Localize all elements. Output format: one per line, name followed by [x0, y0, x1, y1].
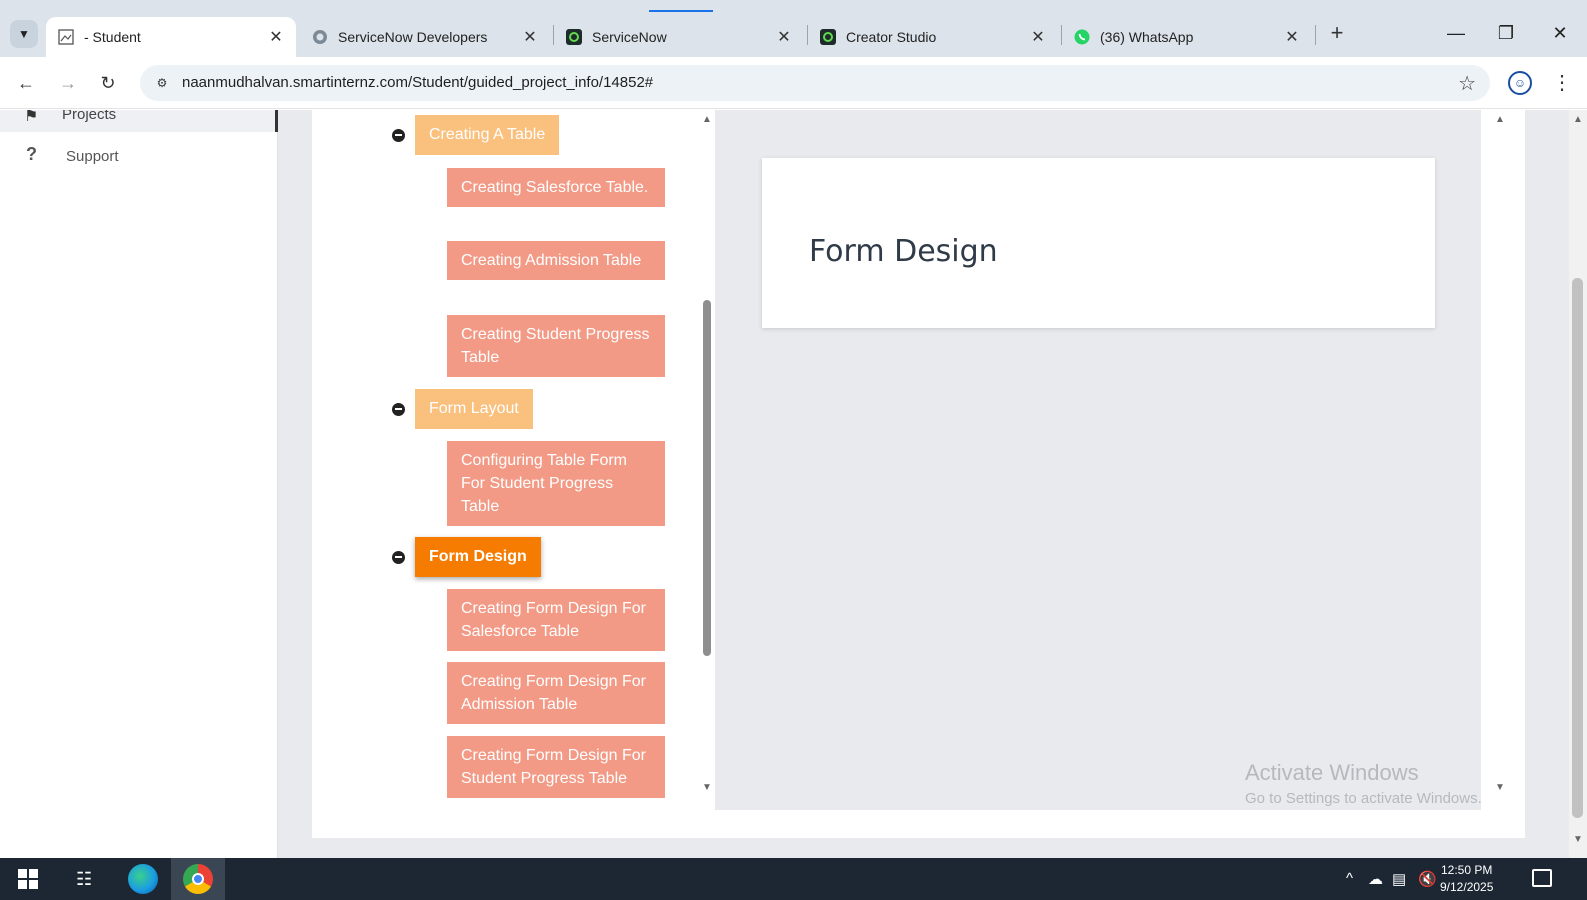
site-info-icon[interactable]: ⚙ — [152, 73, 172, 93]
tree-leaf[interactable]: Creating Student Progress Table — [447, 315, 665, 377]
edge-browser-icon[interactable] — [128, 864, 158, 894]
servicenow-icon — [820, 29, 836, 45]
collapse-minus-icon[interactable] — [392, 550, 405, 564]
active-indicator — [275, 110, 278, 132]
tab-whatsapp[interactable]: (36) WhatsApp ✕ — [1062, 17, 1312, 57]
tab-title: Creator Studio — [846, 29, 937, 45]
sidebar-item-label: Support — [66, 148, 119, 165]
detail-pane: Form Design — [715, 110, 1481, 810]
volume-muted-icon[interactable]: 🔇 — [1418, 870, 1437, 888]
scroll-up-icon[interactable]: ▲ — [1495, 114, 1505, 125]
network-icon[interactable]: ▤ — [1392, 870, 1406, 888]
notification-center-icon[interactable] — [1532, 869, 1552, 887]
profile-avatar-icon[interactable]: ☺ — [1508, 71, 1532, 95]
sidebar-item-projects[interactable]: ⚑ Projects — [0, 110, 278, 132]
tree-scroll-thumb[interactable] — [703, 300, 711, 656]
tree-section-form-layout: Form Layout — [392, 389, 533, 429]
chrome-browser-icon[interactable] — [183, 864, 213, 894]
windows-start-icon[interactable] — [18, 869, 38, 889]
reload-icon[interactable]: ↻ — [94, 69, 122, 97]
tab-search-dropdown-icon[interactable]: ▼ — [10, 20, 38, 48]
scroll-down-icon[interactable]: ▼ — [1573, 834, 1583, 845]
tab-title: ServiceNow — [592, 29, 667, 45]
tab-loading-accent — [649, 10, 713, 12]
section-button-active[interactable]: Form Design — [415, 537, 541, 577]
question-icon: ? — [26, 144, 37, 164]
servicenow-developer-icon — [312, 29, 328, 45]
sidebar-item-label: Projects — [62, 110, 117, 123]
browser-toolbar: ← → ↻ ⚙ naanmudhalvan.smartinternz.com/S… — [0, 57, 1587, 109]
page-scroll-thumb[interactable] — [1572, 278, 1583, 818]
whatsapp-icon — [1074, 29, 1090, 45]
milestone-tree: Creating A Table Creating Salesforce Tab… — [312, 110, 724, 810]
tree-section-creating-a-table: Creating A Table — [392, 115, 560, 155]
tree-leaf[interactable]: Creating Salesforce Table. — [447, 168, 665, 207]
page-scrollbar[interactable]: ▲ ▼ — [1569, 110, 1587, 858]
activate-windows-watermark: Activate Windows Go to Settings to activ… — [1245, 760, 1482, 807]
close-tab-icon[interactable]: ✕ — [520, 27, 540, 47]
collapse-minus-icon[interactable] — [392, 402, 405, 416]
close-window-icon[interactable]: ✕ — [1540, 18, 1580, 48]
clock-date: 9/12/2025 — [1440, 880, 1494, 894]
sidebar: ⚑ Projects ? Support — [0, 110, 278, 858]
tree-leaf[interactable]: Creating Form Design For Admission Table — [447, 662, 665, 724]
restore-icon[interactable]: ❐ — [1486, 18, 1526, 48]
task-view-icon[interactable]: ☷ — [76, 869, 96, 889]
page-viewport: ⚑ Projects ? Support Creating A Table Cr… — [0, 110, 1587, 858]
scroll-down-icon[interactable]: ▼ — [702, 782, 712, 793]
close-tab-icon[interactable]: ✕ — [266, 27, 286, 47]
system-clock[interactable]: 12:50 PM 9/12/2025 — [1440, 862, 1493, 896]
tab-creator-studio[interactable]: Creator Studio ✕ — [808, 17, 1058, 57]
image-page-icon — [58, 29, 74, 45]
tab-title: - Student — [84, 29, 141, 45]
forward-icon[interactable]: → — [54, 69, 82, 97]
tab-title: (36) WhatsApp — [1100, 29, 1194, 45]
close-tab-icon[interactable]: ✕ — [1028, 27, 1048, 47]
minimize-icon[interactable]: — — [1436, 18, 1476, 48]
url-text[interactable]: naanmudhalvan.smartinternz.com/Student/g… — [182, 74, 653, 91]
tree-leaf[interactable]: Creating Form Design For Student Progres… — [447, 736, 665, 798]
section-button[interactable]: Creating A Table — [415, 115, 560, 155]
tab-student[interactable]: - Student ✕ — [46, 17, 296, 57]
servicenow-icon — [566, 29, 582, 45]
browser-tab-bar: ▼ - Student ✕ ServiceNow Developers ✕ Se… — [0, 0, 1587, 57]
scroll-up-icon[interactable]: ▲ — [1573, 114, 1583, 125]
watermark-line2: Go to Settings to activate Windows. — [1245, 790, 1482, 807]
collapse-minus-icon[interactable] — [392, 128, 405, 142]
bookmark-icon: ⚑ — [24, 110, 39, 125]
close-tab-icon[interactable]: ✕ — [774, 27, 794, 47]
address-bar[interactable]: ⚙ naanmudhalvan.smartinternz.com/Student… — [140, 65, 1490, 101]
tree-leaf[interactable]: Creating Admission Table — [447, 241, 665, 280]
watermark-line1: Activate Windows — [1245, 760, 1419, 785]
section-button[interactable]: Form Layout — [415, 389, 533, 429]
back-icon[interactable]: ← — [12, 69, 40, 97]
tree-leaf[interactable]: Configuring Table Form For Student Progr… — [447, 441, 665, 526]
tab-servicenow-developers[interactable]: ServiceNow Developers ✕ — [300, 17, 550, 57]
tab-separator — [1315, 25, 1316, 45]
detail-scrollbar[interactable]: ▲ ▼ — [1487, 110, 1517, 810]
scroll-down-icon[interactable]: ▼ — [1495, 782, 1505, 793]
tray-overflow-chevron-icon[interactable]: ^ — [1346, 870, 1353, 887]
onedrive-icon[interactable]: ☁ — [1368, 870, 1383, 888]
windows-taskbar: ☷ ^ ☁ ▤ 🔇 12:50 PM 9/12/2025 — [0, 858, 1587, 900]
close-tab-icon[interactable]: ✕ — [1282, 27, 1302, 47]
sidebar-item-support[interactable]: ? Support — [0, 142, 278, 172]
clock-time: 12:50 PM — [1441, 863, 1493, 877]
detail-title: Form Design — [809, 234, 998, 269]
detail-header-card: Form Design — [762, 158, 1435, 328]
menu-kebab-icon[interactable]: ⋮ — [1552, 69, 1572, 97]
scroll-up-icon[interactable]: ▲ — [702, 114, 712, 125]
tree-leaf[interactable]: Creating Form Design For Salesforce Tabl… — [447, 589, 665, 651]
tab-title: ServiceNow Developers — [338, 29, 488, 45]
bookmark-star-icon[interactable]: ☆ — [1458, 71, 1476, 96]
new-tab-icon[interactable]: + — [1323, 20, 1351, 48]
tab-servicenow[interactable]: ServiceNow ✕ — [554, 17, 804, 57]
project-card: Creating A Table Creating Salesforce Tab… — [312, 110, 1525, 838]
tree-section-form-design: Form Design — [392, 537, 541, 577]
